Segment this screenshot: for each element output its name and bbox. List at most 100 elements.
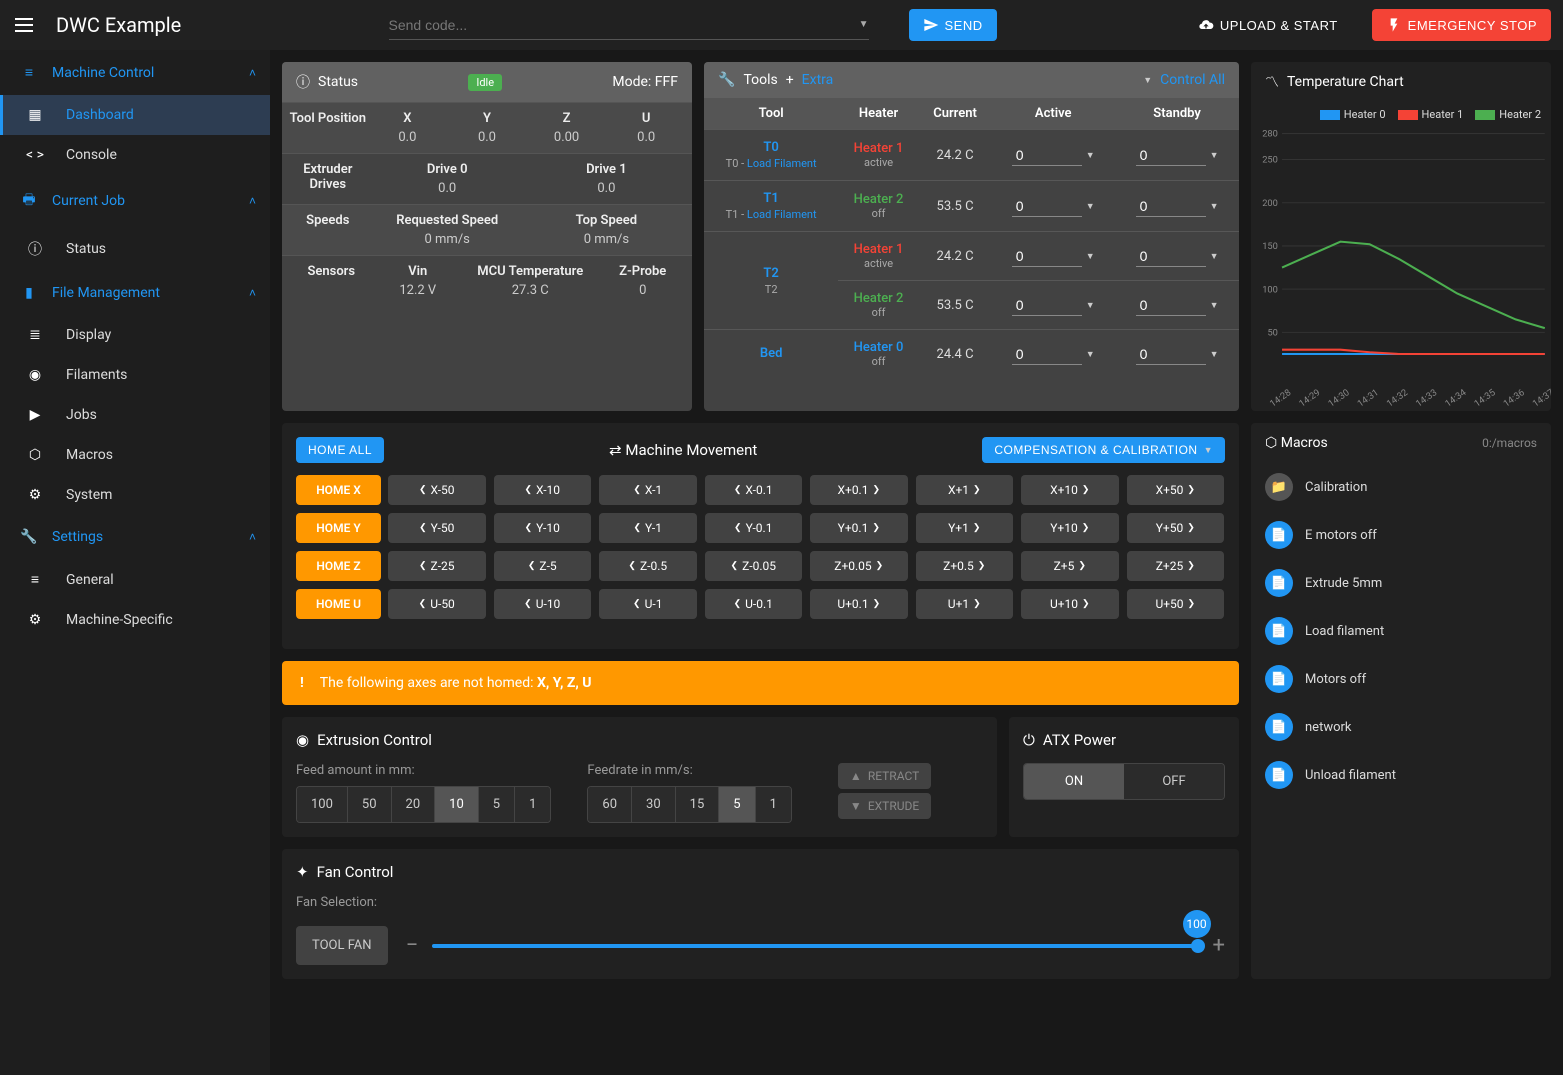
move-z+25-button[interactable]: Z+25❯ <box>1127 551 1225 581</box>
menu-icon[interactable] <box>12 13 36 37</box>
fan-increase-button[interactable]: + <box>1213 933 1225 958</box>
move-u-0.1-button[interactable]: ❮U-0.1 <box>705 589 803 619</box>
legend-item[interactable]: Heater 1 <box>1398 108 1464 121</box>
move-z-5-button[interactable]: ❮Z-5 <box>494 551 592 581</box>
legend-item[interactable]: Heater 2 <box>1475 108 1541 121</box>
standby-temp-input[interactable] <box>1136 246 1206 267</box>
move-x+1-button[interactable]: X+1❯ <box>916 475 1014 505</box>
load-filament-link[interactable]: Load Filament <box>747 157 817 170</box>
move-y+1-button[interactable]: Y+1❯ <box>916 513 1014 543</box>
tool-name[interactable]: Bed <box>710 346 832 361</box>
fan-slider-thumb[interactable] <box>1191 939 1205 953</box>
move-y-50-button[interactable]: ❮Y-50 <box>388 513 486 543</box>
nav-item-console[interactable]: < >Console <box>0 135 270 175</box>
chevron-down-icon[interactable]: ▼ <box>859 19 869 30</box>
legend-item[interactable]: Heater 0 <box>1320 108 1386 121</box>
move-z-0.5-button[interactable]: ❮Z-0.5 <box>599 551 697 581</box>
macro-item[interactable]: 📄Load filament <box>1251 607 1551 655</box>
macro-item[interactable]: 📄Unload filament <box>1251 751 1551 799</box>
feed-amounts-100[interactable]: 100 <box>297 787 348 822</box>
heater-name[interactable]: Heater 2 <box>844 192 912 207</box>
add-tool-button[interactable]: + <box>786 72 794 88</box>
nav-group-cj[interactable]: 🖶Current Job˄ <box>0 175 270 227</box>
tool-name[interactable]: T2 <box>710 266 832 281</box>
move-y-10-button[interactable]: ❮Y-10 <box>494 513 592 543</box>
nav-item-jobs[interactable]: ▶Jobs <box>0 395 270 435</box>
extra-link[interactable]: Extra <box>802 72 834 88</box>
heater-name[interactable]: Heater 1 <box>844 141 912 156</box>
move-z-0.05-button[interactable]: ❮Z-0.05 <box>705 551 803 581</box>
control-all-link[interactable]: Control All <box>1160 72 1225 88</box>
nav-item-general[interactable]: ≡General <box>0 559 270 600</box>
feed-amounts-20[interactable]: 20 <box>392 787 436 822</box>
tool-name[interactable]: T0 <box>710 140 832 155</box>
chevron-down-icon[interactable]: ▼ <box>1086 150 1095 161</box>
feed-amounts-5[interactable]: 5 <box>479 787 515 822</box>
chevron-down-icon[interactable]: ▼ <box>1086 300 1095 311</box>
fan-slider[interactable]: 100 <box>432 944 1198 948</box>
move-u+50-button[interactable]: U+50❯ <box>1127 589 1225 619</box>
active-temp-input[interactable] <box>1012 344 1082 365</box>
nav-item-system[interactable]: ⚙System <box>0 475 270 515</box>
standby-temp-input[interactable] <box>1136 344 1206 365</box>
send-button[interactable]: SEND <box>909 9 997 41</box>
active-temp-input[interactable] <box>1012 246 1082 267</box>
feedrates-60[interactable]: 60 <box>588 787 632 822</box>
move-y-0.1-button[interactable]: ❮Y-0.1 <box>705 513 803 543</box>
heater-name[interactable]: Heater 1 <box>844 242 912 257</box>
chevron-down-icon[interactable]: ▼ <box>1086 251 1095 262</box>
nav-item-ms[interactable]: ⚙Machine-Specific <box>0 600 270 640</box>
tool-fan-button[interactable]: TOOL FAN <box>296 926 388 965</box>
tool-name[interactable]: T1 <box>710 191 832 206</box>
feedrates-5[interactable]: 5 <box>719 787 755 822</box>
feed-amounts-50[interactable]: 50 <box>348 787 392 822</box>
move-x+10-button[interactable]: X+10❯ <box>1021 475 1119 505</box>
chevron-down-icon[interactable]: ▼ <box>1210 300 1219 311</box>
feedrates-30[interactable]: 30 <box>632 787 676 822</box>
heater-name[interactable]: Heater 2 <box>844 291 912 306</box>
move-z+0.05-button[interactable]: Z+0.05❯ <box>810 551 908 581</box>
move-u-10-button[interactable]: ❮U-10 <box>494 589 592 619</box>
home-all-button[interactable]: HOME ALL <box>296 437 384 463</box>
chevron-down-icon[interactable]: ▼ <box>1086 201 1095 212</box>
move-u+1-button[interactable]: U+1❯ <box>916 589 1014 619</box>
nav-item-display[interactable]: ≣Display <box>0 315 270 355</box>
emergency-stop-button[interactable]: EMERGENCY STOP <box>1372 9 1551 41</box>
chevron-down-icon[interactable]: ▼ <box>1210 349 1219 360</box>
active-temp-input[interactable] <box>1012 145 1082 166</box>
macro-item[interactable]: 📁Calibration <box>1251 463 1551 511</box>
upload-start-button[interactable]: UPLOAD & START <box>1184 9 1352 41</box>
move-x+0.1-button[interactable]: X+0.1❯ <box>810 475 908 505</box>
extrude-button[interactable]: ▼EXTRUDE <box>838 793 931 819</box>
move-z+5-button[interactable]: Z+5❯ <box>1021 551 1119 581</box>
feedrates-15[interactable]: 15 <box>676 787 720 822</box>
feedrates-1[interactable]: 1 <box>756 787 791 822</box>
nav-item-filaments[interactable]: ◉Filaments <box>0 355 270 395</box>
move-y+50-button[interactable]: Y+50❯ <box>1127 513 1225 543</box>
home-u-button[interactable]: HOME U <box>296 589 381 619</box>
nav-item-dashboard[interactable]: ▦Dashboard <box>0 95 270 135</box>
macro-item[interactable]: 📄Motors off <box>1251 655 1551 703</box>
chevron-down-icon[interactable]: ▼ <box>1210 251 1219 262</box>
chevron-down-icon[interactable]: ▼ <box>1210 201 1219 212</box>
macro-item[interactable]: 📄E motors off <box>1251 511 1551 559</box>
active-temp-input[interactable] <box>1012 196 1082 217</box>
move-y-1-button[interactable]: ❮Y-1 <box>599 513 697 543</box>
chevron-down-icon[interactable]: ▼ <box>1086 349 1095 360</box>
send-code-input[interactable] <box>389 11 859 39</box>
move-u-50-button[interactable]: ❮U-50 <box>388 589 486 619</box>
nav-group-fm[interactable]: ▮File Management˄ <box>0 271 270 315</box>
move-y+0.1-button[interactable]: Y+0.1❯ <box>810 513 908 543</box>
move-x-0.1-button[interactable]: ❮X-0.1 <box>705 475 803 505</box>
retract-button[interactable]: ▲RETRACT <box>838 763 931 789</box>
move-x-50-button[interactable]: ❮X-50 <box>388 475 486 505</box>
macro-item[interactable]: 📄network <box>1251 703 1551 751</box>
atx-off-button[interactable]: OFF <box>1124 764 1224 799</box>
standby-temp-input[interactable] <box>1136 145 1206 166</box>
move-u+10-button[interactable]: U+10❯ <box>1021 589 1119 619</box>
move-x-1-button[interactable]: ❮X-1 <box>599 475 697 505</box>
move-z-25-button[interactable]: ❮Z-25 <box>388 551 486 581</box>
move-u-1-button[interactable]: ❮U-1 <box>599 589 697 619</box>
feed-amounts-10[interactable]: 10 <box>435 787 479 822</box>
feed-amounts-1[interactable]: 1 <box>515 787 550 822</box>
